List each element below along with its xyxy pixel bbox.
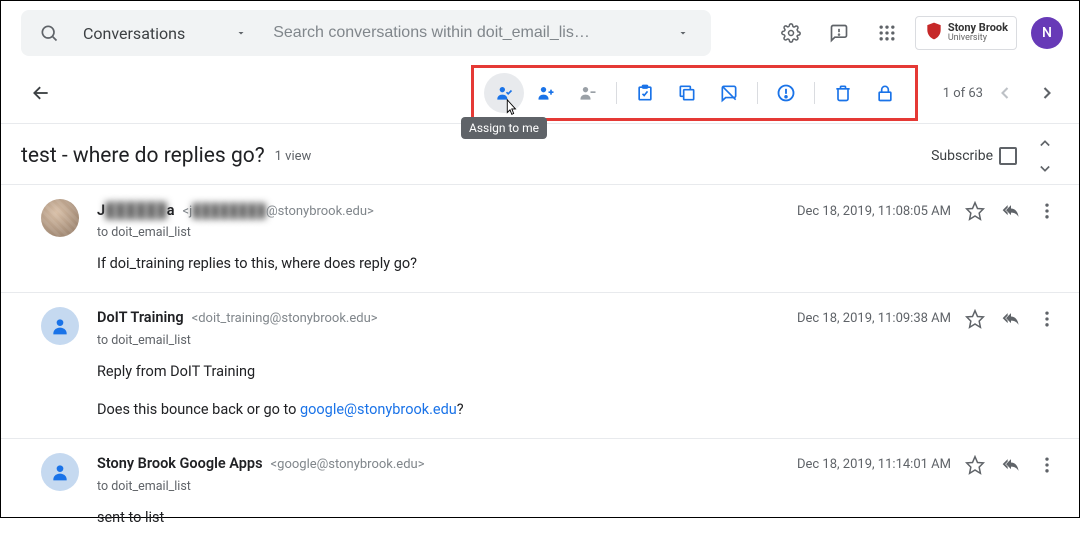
- conversation-title: test - where do replies go?: [21, 144, 265, 168]
- sender-avatar: [41, 453, 79, 491]
- email-link[interactable]: google@stonybrook.edu: [300, 401, 457, 418]
- mark-complete-button[interactable]: [625, 73, 665, 113]
- subscribe-label: Subscribe: [931, 148, 993, 164]
- message-meta: Dec 18, 2019, 11:09:38 AM: [797, 307, 1059, 331]
- action-row: Assign to me: [1, 65, 1079, 121]
- separator: [757, 82, 758, 104]
- message-text: If doi_training replies to this, where d…: [97, 252, 1059, 276]
- mark-duplicate-button[interactable]: [667, 73, 707, 113]
- sender-name: J██████a: [97, 202, 175, 219]
- message-text: Reply from DoIT Training Does this bounc…: [97, 360, 1059, 422]
- to-line: to doit_email_list: [97, 225, 1059, 240]
- more-button[interactable]: [1035, 453, 1059, 477]
- sender-email: <j████████@stonybrook.edu>: [183, 203, 374, 219]
- pager-text: 1 of 63: [943, 86, 983, 101]
- subscribe-control: Subscribe: [931, 147, 1017, 165]
- to-line: to doit_email_list: [97, 333, 1059, 348]
- settings-button[interactable]: [771, 13, 811, 53]
- message-meta: Dec 18, 2019, 11:08:05 AM: [797, 199, 1059, 223]
- prev-button[interactable]: [985, 73, 1025, 113]
- view-count: 1 view: [275, 149, 312, 164]
- assign-to-button[interactable]: [526, 73, 566, 113]
- search-icon[interactable]: [29, 13, 69, 53]
- search-options-dropdown[interactable]: [663, 27, 703, 39]
- message-header: J██████a <j████████@stonybrook.edu> Dec …: [97, 199, 1059, 223]
- back-button[interactable]: [21, 73, 61, 113]
- message-header: Stony Brook Google Apps <google@stonybro…: [97, 453, 1059, 477]
- reply-all-button[interactable]: [999, 307, 1023, 331]
- shield-icon: [924, 21, 944, 45]
- sender-name: DoIT Training: [97, 309, 184, 326]
- sender-avatar: [41, 307, 79, 345]
- timestamp: Dec 18, 2019, 11:09:38 AM: [797, 311, 951, 326]
- message-item: J██████a <j████████@stonybrook.edu> Dec …: [1, 184, 1079, 292]
- sender-email: <doit_training@stonybrook.edu>: [192, 311, 378, 326]
- org-logo: Stony Brook University: [915, 16, 1017, 50]
- star-button[interactable]: [963, 453, 987, 477]
- star-button[interactable]: [963, 307, 987, 331]
- message-item: DoIT Training <doit_training@stonybrook.…: [1, 292, 1079, 438]
- pager: 1 of 63: [943, 73, 1067, 113]
- message-meta: Dec 18, 2019, 11:14:01 AM: [797, 453, 1059, 477]
- feedback-button[interactable]: [819, 13, 859, 53]
- message-body: DoIT Training <doit_training@stonybrook.…: [97, 307, 1059, 422]
- more-button[interactable]: [1035, 307, 1059, 331]
- delete-button[interactable]: [823, 73, 863, 113]
- account-avatar[interactable]: N: [1031, 17, 1063, 49]
- subscribe-checkbox[interactable]: [999, 147, 1017, 165]
- assignment-toolbar: Assign to me: [471, 65, 918, 121]
- sender-name: Stony Brook Google Apps: [97, 455, 263, 472]
- apps-grid-button[interactable]: [867, 13, 907, 53]
- assign-to-me-button[interactable]: Assign to me: [484, 73, 524, 113]
- to-line: to doit_email_list: [97, 479, 1059, 494]
- star-button[interactable]: [963, 199, 987, 223]
- expand-collapse-button[interactable]: [1031, 138, 1059, 174]
- search-input[interactable]: [267, 24, 663, 42]
- search-category-label: Conversations: [83, 24, 185, 43]
- reply-all-button[interactable]: [999, 199, 1023, 223]
- unassign-button[interactable]: [568, 73, 608, 113]
- more-button[interactable]: [1035, 199, 1059, 223]
- message-item: Stony Brook Google Apps <google@stonybro…: [1, 438, 1079, 546]
- separator: [814, 82, 815, 104]
- topbar: Conversations Stony Brook University: [1, 1, 1079, 65]
- lock-button[interactable]: [865, 73, 905, 113]
- next-button[interactable]: [1027, 73, 1067, 113]
- search-bar: Conversations: [21, 10, 711, 56]
- no-response-needed-button[interactable]: [709, 73, 749, 113]
- reply-all-button[interactable]: [999, 453, 1023, 477]
- report-button[interactable]: [766, 73, 806, 113]
- timestamp: Dec 18, 2019, 11:14:01 AM: [797, 457, 951, 472]
- separator: [616, 82, 617, 104]
- header-right: Stony Brook University N: [771, 13, 1063, 53]
- brand-line2: University: [948, 34, 1008, 44]
- message-body: J██████a <j████████@stonybrook.edu> Dec …: [97, 199, 1059, 276]
- message-body: Stony Brook Google Apps <google@stonybro…: [97, 453, 1059, 530]
- search-category-select[interactable]: Conversations: [69, 24, 267, 43]
- sender-avatar: [41, 199, 79, 237]
- message-header: DoIT Training <doit_training@stonybrook.…: [97, 307, 1059, 331]
- sender-email: <google@stonybrook.edu>: [271, 457, 425, 472]
- tooltip: Assign to me: [461, 117, 547, 139]
- timestamp: Dec 18, 2019, 11:08:05 AM: [797, 204, 951, 219]
- avatar-initial: N: [1042, 25, 1052, 41]
